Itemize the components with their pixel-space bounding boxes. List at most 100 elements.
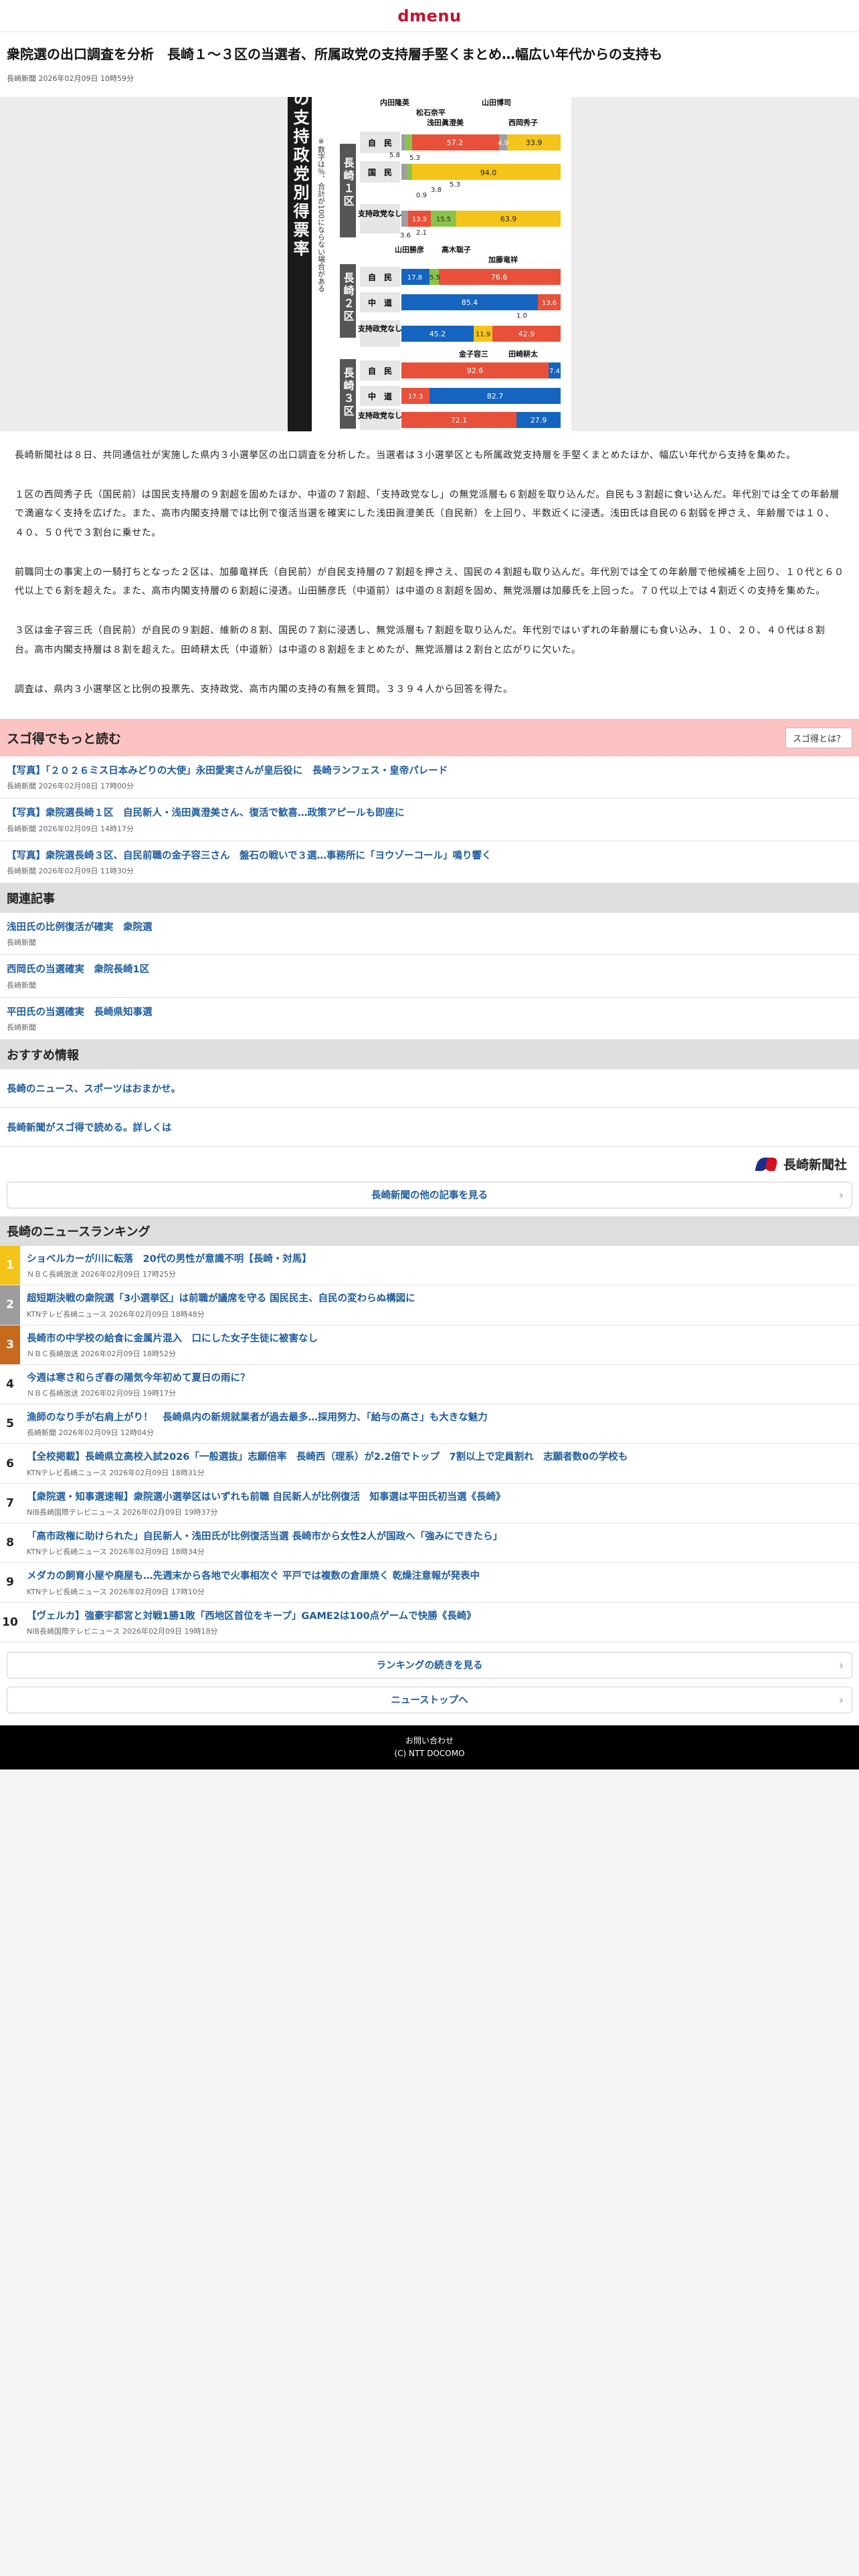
ranking-item-title[interactable]: 超短期決戦の衆院選「3小選挙区」は前職が議席を守る 国民民主、自民の変わらぬ構図… bbox=[27, 1292, 415, 1305]
article-paragraph: ３区は金子容三氏（自民前）が自民の９割超、維新の８割、国民の７割に浸透し、無党派… bbox=[15, 625, 826, 655]
district-2-label: 長崎２区 bbox=[342, 272, 355, 323]
sugo-about-button[interactable]: スゴ得とは？ bbox=[785, 727, 852, 748]
rank-number: 5 bbox=[6, 1417, 14, 1431]
ranking-item[interactable]: 6 【全校掲載】長崎県立高校入試2026「一般選抜」志願倍率 長崎西（理系）が2… bbox=[0, 1444, 859, 1484]
ranking-item-meta: NIB長崎国際テレビニュース 2026年02月09日 19時18分 bbox=[27, 1626, 218, 1636]
ranking-item-meta: 長崎新聞 2026年02月09日 12時04分 bbox=[27, 1428, 154, 1438]
sugo-item[interactable]: 【写真】衆院選長崎１区 自民新人・浅田眞澄美さん、復活で歓喜…政策アピールも即座… bbox=[0, 798, 859, 841]
chart-note: ※数字は％、合計が100にならない場合がある bbox=[317, 137, 326, 292]
recommend-section-header: おすすめ情報 bbox=[0, 1039, 859, 1069]
article-paragraph: 長崎新聞社は８日、共同通信社が実施した県内３小選挙区の出口調査を分析した。当選者… bbox=[15, 450, 796, 461]
chevron-right-icon: › bbox=[838, 1693, 844, 1707]
ranking-item-title[interactable]: 今週は寒さ和らぎ春の陽気今年初めて夏日の雨に？ bbox=[27, 1372, 250, 1385]
d1-party-2: 国 民 bbox=[368, 168, 392, 177]
ranking-item-title[interactable]: 長崎市の中学校の給食に金属片混入 口にした女子生徒に被害なし bbox=[27, 1332, 318, 1346]
recommend-list: 長崎のニュース、スポーツはおまかせ。 長崎新聞がスゴ得で読める。詳しくは bbox=[0, 1069, 859, 1147]
related-item-meta: 長崎新聞 bbox=[7, 1023, 36, 1032]
chevron-right-icon: › bbox=[838, 1188, 844, 1202]
related-item[interactable]: 西岡氏の当選確実 衆院長崎1区 長崎新聞 bbox=[0, 955, 859, 998]
recommend-item[interactable]: 長崎のニュース、スポーツはおまかせ。 bbox=[0, 1069, 859, 1108]
ranking-item[interactable]: 4 今週は寒さ和らぎ春の陽気今年初めて夏日の雨に？ ＮＢＣ長崎放送 2026年02… bbox=[0, 1365, 859, 1405]
sugo-item[interactable]: 【写真】衆院選長崎３区、自民前職の金子容三さん 盤石の戦いで３選…事務所に「ヨウ… bbox=[0, 841, 859, 884]
news-top-label: ニューストップへ bbox=[391, 1695, 468, 1707]
ranking-item-meta: ＮＢＣ長崎放送 2026年02月09日 17時25分 bbox=[27, 1270, 176, 1279]
sugo-item-meta: 長崎新聞 2026年02月09日 11時30分 bbox=[7, 867, 134, 876]
d2-val-7: 45.2 bbox=[430, 330, 446, 338]
article-header: 衆院選の出口調査を分析 長崎１～３区の当選者、所属政党の支持層手堅くまとめ…幅広… bbox=[0, 32, 859, 90]
ranking-item-title[interactable]: 【衆院選・知事選速報】衆院選小選挙区はいずれも前職 自民新人が比例復活 知事選は… bbox=[27, 1491, 506, 1504]
related-item-meta: 長崎新聞 bbox=[7, 980, 36, 990]
d3-party-1: 自 民 bbox=[368, 366, 392, 376]
ranking-item[interactable]: 9 メダカの飼育小屋や廃屋も…先週末から各地で火事相次ぐ 平戸では複数の倉庫焼く… bbox=[0, 1563, 859, 1603]
d1-bar-a bbox=[401, 134, 405, 150]
publisher-logo: 長崎新聞社 bbox=[0, 1147, 859, 1182]
d1-val-6: 94.0 bbox=[480, 169, 497, 177]
d1-party-3: 支持政党なし bbox=[357, 209, 402, 218]
sugo-item-title[interactable]: 【写真】「２０２６ミス日本みどりの大使」永田愛実さんが皇后役に 長崎ランフェス・… bbox=[7, 764, 852, 778]
district-3-label: 長崎３区 bbox=[342, 367, 355, 418]
ranking-item-meta: KTNテレビ長崎ニュース 2026年02月09日 17時10分 bbox=[27, 1587, 205, 1596]
d1-val-11: 15.5 bbox=[436, 216, 451, 223]
sugo-item[interactable]: 【写真】「２０２６ミス日本みどりの大使」永田愛実さんが皇后役に 長崎ランフェス・… bbox=[0, 756, 859, 799]
dmenu-logo[interactable]: dmenu bbox=[397, 7, 461, 25]
d1-val-7: 0.9 bbox=[416, 192, 427, 199]
rank-number: 7 bbox=[6, 1496, 14, 1510]
ranking-item[interactable]: 3 長崎市の中学校の給食に金属片混入 口にした女子生徒に被害なし ＮＢＣ長崎放送 … bbox=[0, 1325, 859, 1365]
main-content: 衆院選の出口調査を分析 長崎１～３区の当選者、所属政党の支持層手堅くまとめ…幅広… bbox=[0, 32, 859, 1725]
article-byline: 長崎新聞 2026年02月09日 10時59分 bbox=[7, 74, 134, 83]
related-item-title[interactable]: 西岡氏の当選確実 衆院長崎1区 bbox=[7, 963, 852, 976]
news-top-row: ニューストップへ › bbox=[0, 1686, 859, 1725]
d1-val-1: 57.2 bbox=[447, 138, 464, 147]
d3-cand-1: 金子容三 bbox=[458, 349, 488, 358]
publisher-more-row: 長崎新聞の他の記事を見る › bbox=[0, 1181, 859, 1216]
ranking-item-meta: KTNテレビ長崎ニュース 2026年02月09日 18時48分 bbox=[27, 1309, 205, 1319]
ranking-item[interactable]: 2 超短期決戦の衆院選「3小選挙区」は前職が議席を守る 国民民主、自民の変わらぬ… bbox=[0, 1285, 859, 1325]
d1-val-8: 3.8 bbox=[431, 187, 442, 194]
article-paragraph: 前職同士の事実上の一騎打ちとなった２区は、加藤竜祥氏（自民前）が自民支持層の７割… bbox=[15, 566, 844, 597]
ranking-item-meta: KTNテレビ長崎ニュース 2026年02月09日 18時31分 bbox=[27, 1468, 205, 1477]
publisher-more-button[interactable]: 長崎新聞の他の記事を見る › bbox=[7, 1181, 852, 1208]
ranking-item[interactable]: 5 漁師のなり手が右肩上がり！ 長崎県内の新規就業者が過去最多…採用努力、「給与… bbox=[0, 1404, 859, 1444]
ranking-item-title[interactable]: 漁師のなり手が右肩上がり！ 長崎県内の新規就業者が過去最多…採用努力、「給与の高… bbox=[27, 1411, 488, 1424]
related-item[interactable]: 平田氏の当選確実 長崎県知事選 長崎新聞 bbox=[0, 997, 859, 1040]
related-item[interactable]: 浅田氏の比例復活が確実 衆院選 長崎新聞 bbox=[0, 913, 859, 956]
d1-val-3: 33.9 bbox=[526, 138, 543, 147]
ranking-item[interactable]: 8 「高市政権に助けられた」自民新人・浅田氏が比例復活当選 長崎市から女性2人が… bbox=[0, 1523, 859, 1564]
related-item-title[interactable]: 平田氏の当選確実 長崎県知事選 bbox=[7, 1006, 852, 1019]
ranking-item-title[interactable]: 【ヴェルカ】強豪宇都宮と対戦1勝1敗「西地区首位をキープ」GAME2は100点ゲ… bbox=[27, 1610, 476, 1623]
sugo-list: 【写真】「２０２６ミス日本みどりの大使」永田愛実さんが皇后役に 長崎ランフェス・… bbox=[0, 756, 859, 884]
article-paragraph: 調査は、県内３小選挙区と比例の投票先、支持政党、高市内閣の支持の有無を質問。３３… bbox=[15, 683, 513, 695]
rank-number: 10 bbox=[2, 1615, 18, 1629]
copyright: (C) NTT DOCOMO bbox=[394, 1748, 465, 1758]
ranking-item-title[interactable]: ショベルカーが川に転落 20代の男性が意識不明【長崎・対馬】 bbox=[27, 1253, 312, 1266]
d1-val-14: 2.1 bbox=[416, 229, 427, 237]
sugo-item-title[interactable]: 【写真】衆院選長崎１区 自民新人・浅田眞澄美さん、復活で歓喜…政策アピールも即座… bbox=[7, 807, 852, 820]
ranking-item-meta: ＮＢＣ長崎放送 2026年02月09日 19時17分 bbox=[27, 1389, 176, 1398]
rank-number: 8 bbox=[6, 1536, 14, 1550]
d1-party-1: 自 民 bbox=[368, 138, 392, 148]
recommend-item[interactable]: 長崎新聞がスゴ得で読める。詳しくは bbox=[0, 1108, 859, 1147]
sugo-section-title: スゴ得でもっと読む bbox=[7, 731, 122, 746]
news-top-button[interactable]: ニューストップへ › bbox=[7, 1686, 852, 1713]
d1-bar-d bbox=[407, 164, 412, 180]
related-item-meta: 長崎新聞 bbox=[7, 938, 36, 948]
chart-vertical-title: 各候補者の支持政党別得票率 bbox=[290, 97, 310, 259]
sugo-item-title[interactable]: 【写真】衆院選長崎３区、自民前職の金子容三さん 盤石の戦いで３選…事務所に「ヨウ… bbox=[7, 849, 852, 863]
ranking-item[interactable]: 1 ショベルカーが川に転落 20代の男性が意識不明【長崎・対馬】 ＮＢＣ長崎放送 … bbox=[0, 1245, 859, 1286]
ranking-item-title[interactable]: 【全校掲載】長崎県立高校入試2026「一般選抜」志願倍率 長崎西（理系）が2.2… bbox=[27, 1451, 628, 1464]
d1-cand-4: 山田博司 bbox=[482, 98, 511, 107]
ranking-more-button[interactable]: ランキングの続きを見る › bbox=[7, 1651, 852, 1679]
d3-val-3: 17.3 bbox=[408, 393, 423, 401]
ranking-item[interactable]: 10 【ヴェルカ】強豪宇都宮と対戦1勝1敗「西地区首位をキープ」GAME2は10… bbox=[0, 1603, 859, 1642]
ranking-item-title[interactable]: メダカの飼育小屋や廃屋も…先週末から各地で火事相次ぐ 平戸では複数の倉庫焼く 乾… bbox=[27, 1570, 480, 1583]
d2-cand-1: 山田勝彦 bbox=[395, 245, 424, 254]
d2-party-1: 自 民 bbox=[368, 272, 392, 282]
d2-val-8: 11.9 bbox=[476, 331, 490, 338]
contact-link[interactable]: お問い合わせ bbox=[405, 1735, 454, 1747]
ranking-item-title[interactable]: 「高市政権に助けられた」自民新人・浅田氏が比例復活当選 長崎市から女性2人が国政… bbox=[27, 1530, 502, 1543]
d1-val-4: 5.8 bbox=[389, 152, 400, 159]
related-item-title[interactable]: 浅田氏の比例復活が確実 衆院選 bbox=[7, 921, 852, 934]
d2-party-3: 支持政党なし bbox=[357, 324, 402, 333]
article-paragraph: １区の西岡秀子氏（国民前）は国民支持層の９割超を固めたほか、中道の７割超、「支持… bbox=[15, 489, 840, 539]
ranking-item[interactable]: 7 【衆院選・知事選速報】衆院選小選挙区はいずれも前職 自民新人が比例復活 知事… bbox=[0, 1484, 859, 1524]
